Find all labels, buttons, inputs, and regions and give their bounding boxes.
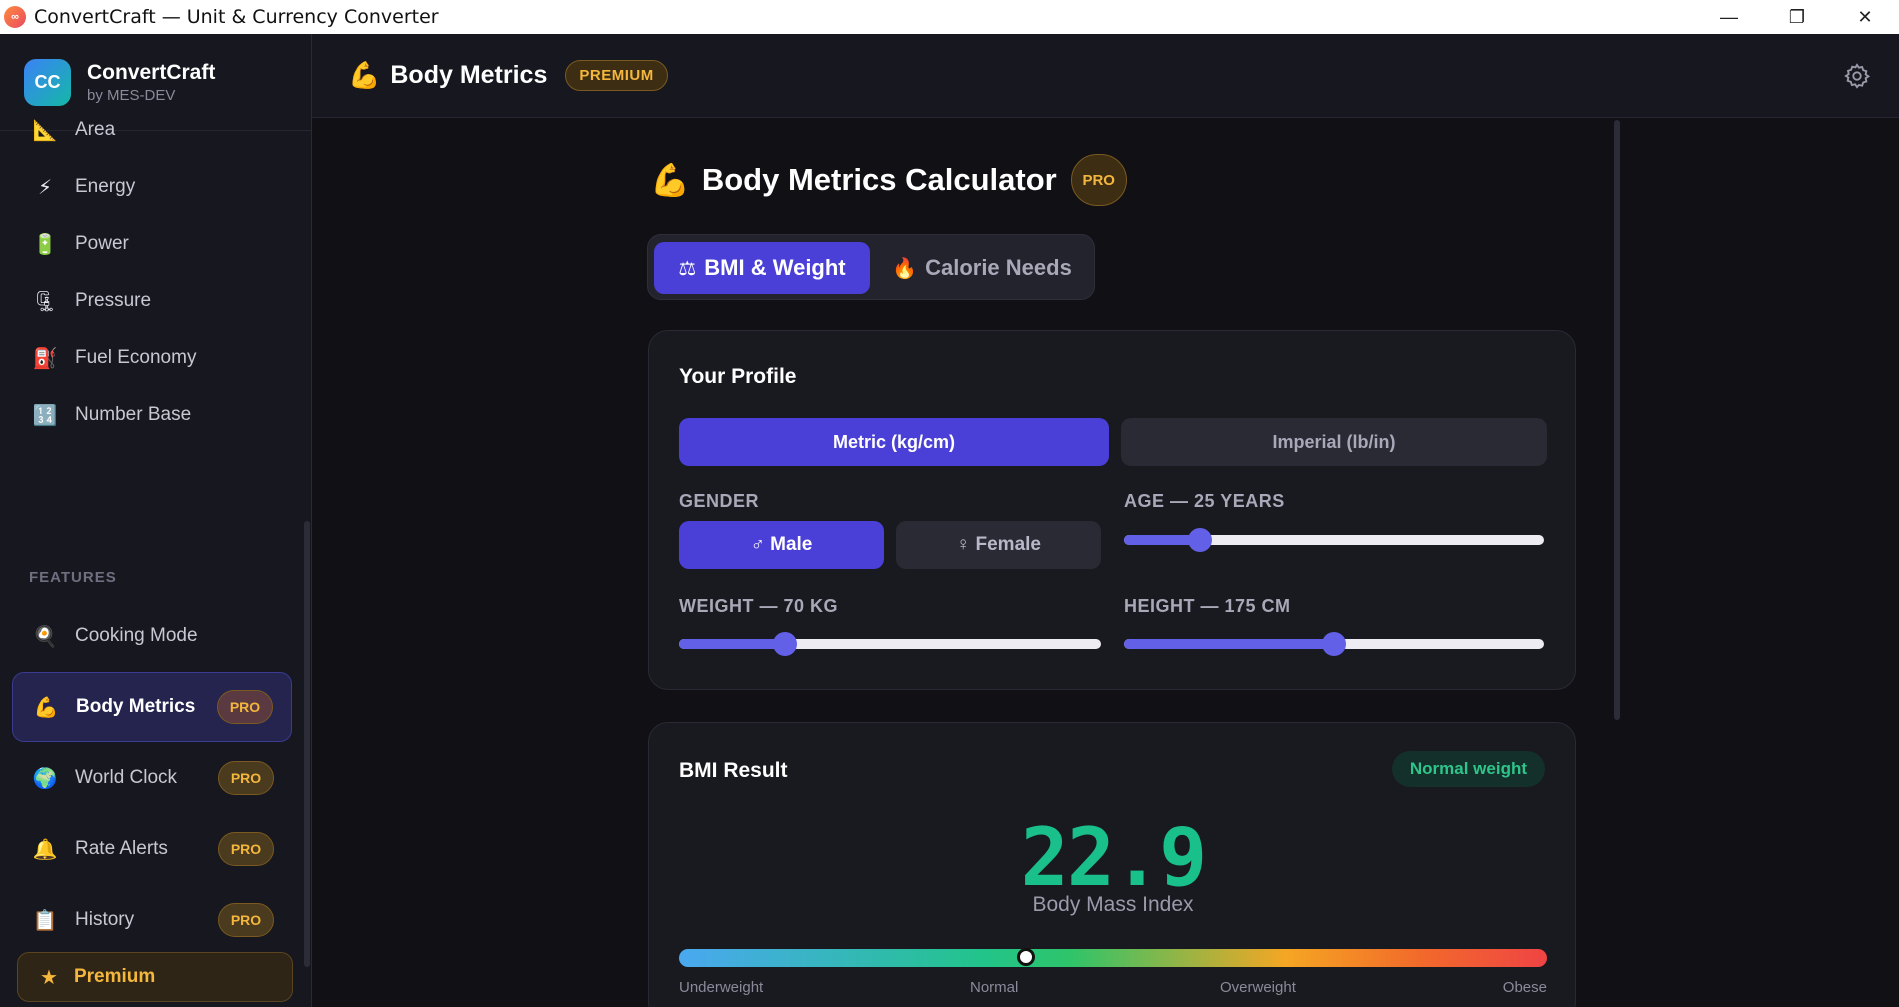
sidebar-item-cooking-mode[interactable]: 🍳 Cooking Mode (12, 601, 292, 671)
sidebar: CC ConvertCraft by MES-DEV 📐 Area ⚡ Ener… (0, 34, 312, 1007)
calculator-heading: 💪 Body Metrics Calculator PRO (650, 154, 1127, 206)
calculator-tabs: ⚖ BMI & Weight 🔥 Calorie Needs (647, 234, 1095, 300)
sidebar-item-label: Power (75, 233, 129, 254)
scale-label-overweight: Overweight (1220, 979, 1296, 996)
metric-units-button[interactable]: Metric (kg/cm) (679, 418, 1109, 466)
sidebar-item-world-clock[interactable]: 🌍 World Clock PRO (12, 743, 292, 813)
clamp-icon: 🗜 (32, 290, 58, 313)
fuel-pump-icon: ⛽ (32, 347, 58, 370)
sidebar-item-label: World Clock (75, 767, 178, 788)
sidebar-item-label: Area (75, 119, 116, 140)
weight-slider-thumb[interactable] (772, 632, 797, 656)
pro-badge: PRO (217, 690, 273, 724)
scales-icon: ⚖ (678, 257, 697, 280)
calculator-title: Body Metrics Calculator (701, 162, 1057, 197)
flexed-biceps-icon: 💪 (348, 60, 381, 90)
scale-label-normal: Normal (970, 979, 1019, 996)
gear-icon[interactable] (1843, 62, 1871, 90)
sidebar-scrollbar[interactable] (304, 521, 310, 967)
pro-badge: PRO (218, 903, 274, 937)
premium-button[interactable]: ★ Premium (17, 952, 293, 1002)
sidebar-item-history[interactable]: 📋 History PRO (12, 885, 292, 955)
sidebar-item-label: History (75, 909, 135, 930)
frying-pan-icon: 🍳 (32, 625, 58, 648)
minimize-button[interactable]: — (1695, 0, 1763, 34)
globe-icon: 🌍 (32, 767, 58, 790)
ruler-triangle-icon: 📐 (32, 119, 58, 142)
pro-badge: PRO (1070, 154, 1127, 206)
tab-calorie-needs[interactable]: 🔥 Calorie Needs (876, 242, 1088, 294)
pro-badge: PRO (218, 761, 274, 795)
profile-card: Your Profile Metric (kg/cm) Imperial (lb… (648, 330, 1576, 690)
main-content: 💪 Body Metrics Calculator PRO ⚖ BMI & We… (312, 118, 1899, 1007)
height-slider[interactable] (1124, 632, 1544, 656)
sidebar-item-label: Body Metrics (76, 696, 196, 717)
app-icon: ∞ (4, 6, 26, 28)
height-slider-thumb[interactable] (1322, 632, 1346, 656)
weight-slider-fill (679, 639, 785, 649)
pro-badge: PRO (218, 832, 274, 866)
age-slider[interactable] (1124, 528, 1544, 552)
sidebar-item-label: Pressure (75, 290, 152, 311)
lightning-icon: ⚡ (37, 176, 53, 199)
weight-slider[interactable] (679, 632, 1101, 656)
brand-name: ConvertCraft (87, 60, 216, 84)
battery-icon: 🔋 (32, 233, 58, 256)
height-slider-fill (1124, 639, 1334, 649)
scale-label-obese: Obese (1502, 979, 1547, 996)
window-title: ConvertCraft — Unit & Currency Converter (34, 6, 439, 28)
tab-label: BMI & Weight (704, 255, 846, 280)
flexed-biceps-icon: 💪 (33, 696, 59, 719)
sidebar-item-rate-alerts[interactable]: 🔔 Rate Alerts PRO (12, 814, 292, 884)
bmi-subtitle: Body Mass Index (1032, 893, 1194, 916)
weight-label: WEIGHT — 70 KG (679, 596, 839, 616)
female-button[interactable]: ♀ Female (896, 521, 1101, 569)
tab-label: Calorie Needs (925, 255, 1072, 280)
sidebar-item-label: Number Base (75, 404, 192, 425)
age-slider-thumb[interactable] (1187, 528, 1212, 552)
features-section-label: FEATURES (29, 569, 117, 586)
age-label: AGE — 25 YEARS (1124, 491, 1285, 511)
tab-bmi-weight[interactable]: ⚖ BMI & Weight (654, 242, 870, 294)
sidebar-item-body-metrics[interactable]: 💪 Body Metrics PRO (12, 672, 292, 742)
bmi-scale-labels: Underweight Normal Overweight Obese (679, 979, 1547, 999)
scale-label-underweight: Underweight (679, 979, 764, 996)
bmi-value: 22.9 (1020, 811, 1208, 904)
bmi-result-title: BMI Result (679, 759, 788, 782)
sidebar-item-label: Rate Alerts (75, 838, 168, 859)
sidebar-item-label: Cooking Mode (75, 625, 198, 646)
clipboard-icon: 📋 (32, 909, 58, 932)
window-titlebar: ∞ ConvertCraft — Unit & Currency Convert… (0, 0, 1899, 34)
page-title: Body Metrics (390, 61, 548, 89)
bmi-scale-bar (679, 948, 1547, 967)
status-badge: Normal weight (1391, 751, 1545, 787)
sidebar-item-number-base[interactable]: 🔢 Number Base (12, 380, 292, 450)
profile-title: Your Profile (679, 365, 797, 388)
height-label: HEIGHT — 175 CM (1124, 596, 1291, 616)
page-header: 💪 Body Metrics PREMIUM (312, 34, 1899, 118)
bmi-result-card: BMI Result Normal weight 22.9 Body Mass … (648, 722, 1576, 1007)
imperial-units-button[interactable]: Imperial (lb/in) (1121, 418, 1547, 466)
gender-label: GENDER (679, 491, 760, 511)
bmi-scale-marker (1017, 948, 1036, 966)
premium-badge: PREMIUM (565, 60, 668, 91)
male-button[interactable]: ♂ Male (679, 521, 884, 569)
close-button[interactable]: ✕ (1831, 0, 1899, 34)
premium-label: Premium (73, 966, 156, 987)
bell-icon: 🔔 (32, 838, 58, 861)
restore-button[interactable]: ❐ (1763, 0, 1831, 34)
main-scrollbar[interactable] (1614, 120, 1620, 720)
numbers-icon: 🔢 (32, 404, 58, 427)
star-icon: ★ (40, 966, 58, 989)
fire-icon: 🔥 (892, 257, 918, 280)
flexed-biceps-icon: 💪 (650, 162, 690, 198)
sidebar-item-label: Energy (75, 176, 136, 197)
sidebar-item-label: Fuel Economy (75, 347, 197, 368)
